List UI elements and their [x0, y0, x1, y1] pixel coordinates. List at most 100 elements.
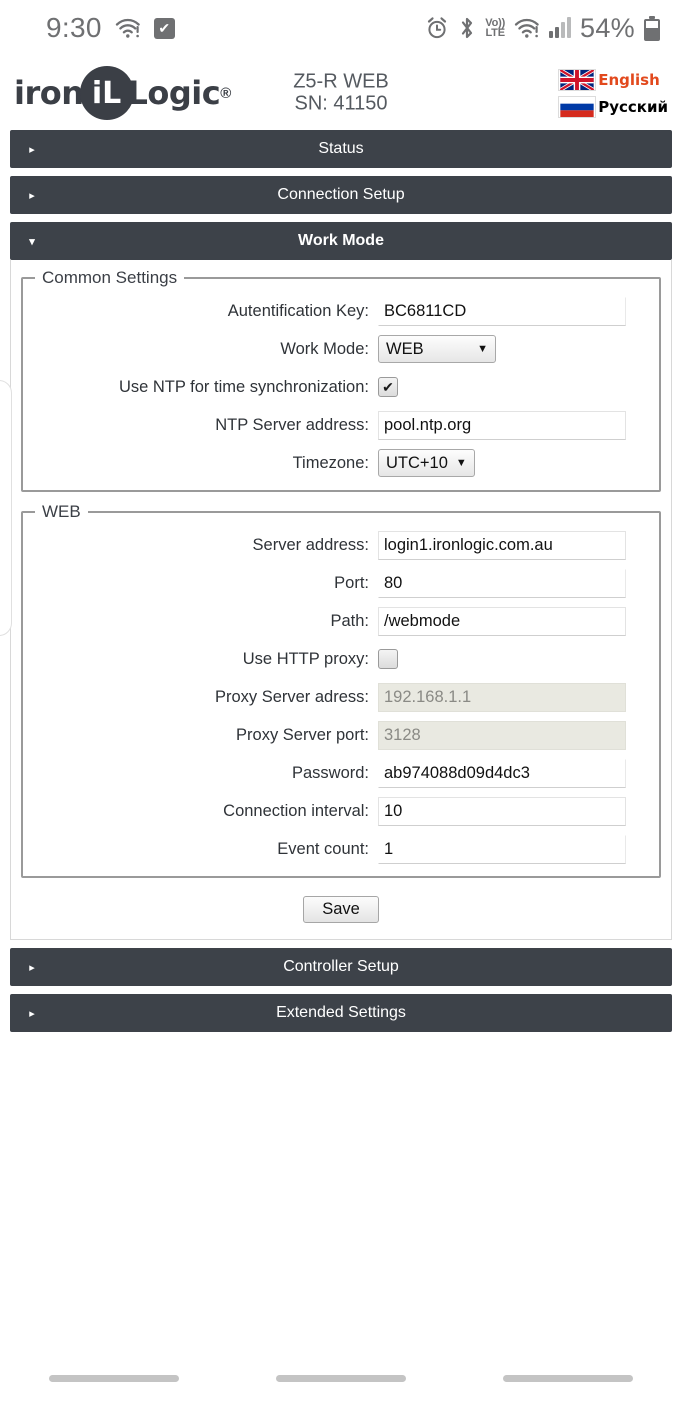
nav-pill-home[interactable]	[275, 1374, 406, 1382]
accordion-title-status: Status	[318, 140, 364, 157]
battery-percent-label: 54%	[580, 12, 635, 43]
volte-icon: Vo)) LTE	[485, 17, 505, 39]
status-bar-clock: 9:30	[46, 12, 102, 43]
wifi-exclamation-icon-2	[514, 17, 540, 39]
nav-pill-recents[interactable]	[48, 1374, 179, 1382]
logo-text-pre: iron	[14, 74, 84, 112]
check-box-icon: ✔	[153, 17, 175, 39]
nav-pill-back[interactable]	[503, 1374, 634, 1382]
cellular-signal-icon	[549, 17, 572, 38]
accordion-title-controller-setup: Controller Setup	[283, 958, 399, 975]
wifi-exclamation-icon	[115, 17, 141, 39]
chevron-right-icon: ▸	[29, 961, 35, 974]
chevron-down-icon: ▼	[455, 457, 467, 469]
registered-trademark-icon: ®	[220, 84, 232, 102]
fieldset-common-settings: Common Settings Autentification Key: Wor…	[21, 268, 661, 492]
label-use-ntp: Use NTP for time synchronization:	[118, 377, 369, 396]
save-button[interactable]: Save	[303, 896, 379, 923]
accordion-header-connection-setup[interactable]: ▸ Connection Setup	[10, 176, 672, 214]
label-auth-key: Autentification Key:	[227, 301, 369, 320]
chevron-right-icon: ▸	[29, 189, 35, 202]
ironlogic-logo: iron iL Logic ®	[14, 66, 231, 120]
field-row-use-http-proxy: Use HTTP proxy:	[35, 644, 647, 674]
accordion-panel-work-mode: Common Settings Autentification Key: Wor…	[10, 260, 672, 940]
path-input[interactable]	[378, 606, 626, 636]
field-row-port: Port:	[35, 568, 647, 598]
volte-bottom: LTE	[485, 27, 505, 39]
event-count-input[interactable]	[378, 834, 626, 864]
save-row: Save	[21, 888, 661, 929]
accordion-title-extended-settings: Extended Settings	[276, 1004, 406, 1021]
page-root: 9:30 ✔ Vo)) LTE 54% iron iL Logic ® Z5-R…	[0, 0, 682, 1401]
field-row-event-count: Event count:	[35, 834, 647, 864]
brand-header: iron iL Logic ® Z5-R WEB SN: 41150 Engli…	[0, 56, 682, 130]
field-row-timezone: Timezone: UTC+10 ▼	[35, 448, 647, 478]
chevron-right-icon: ▸	[29, 1007, 35, 1020]
field-row-proxy-port: Proxy Server port:	[35, 720, 647, 750]
field-row-work-mode: Work Mode: WEB ▼	[35, 334, 647, 364]
language-option-russian[interactable]: Русский	[558, 95, 668, 118]
label-port: Port:	[334, 573, 369, 592]
fieldset-web: WEB Server address: Port: Path:	[21, 502, 661, 878]
accordion-header-work-mode[interactable]: ▾ Work Mode	[10, 222, 672, 260]
language-switcher: English Русский	[558, 68, 674, 118]
android-navigation-bar	[0, 1355, 682, 1401]
android-status-bar: 9:30 ✔ Vo)) LTE 54%	[0, 0, 682, 56]
field-row-use-ntp: Use NTP for time synchronization: ✔	[35, 372, 647, 402]
language-label-russian: Русский	[598, 97, 668, 116]
field-row-server-address: Server address:	[35, 530, 647, 560]
battery-icon	[644, 15, 660, 41]
label-timezone: Timezone:	[292, 453, 369, 472]
russia-flag-icon	[558, 95, 597, 118]
legend-common-settings: Common Settings	[42, 268, 178, 287]
status-bar-left: 9:30 ✔	[46, 12, 175, 44]
settings-accordion: ▸ Status ▸ Connection Setup ▾ Work Mode …	[0, 130, 682, 1032]
accordion-title-work-mode: Work Mode	[298, 232, 384, 249]
accordion-header-status[interactable]: ▸ Status	[10, 130, 672, 168]
label-server-address: Server address:	[252, 535, 369, 554]
timezone-select[interactable]: UTC+10 ▼	[378, 449, 475, 477]
use-http-proxy-checkbox[interactable]	[378, 649, 398, 669]
use-ntp-checkbox[interactable]: ✔	[378, 377, 398, 397]
password-input[interactable]	[378, 758, 626, 788]
label-connection-interval: Connection interval:	[223, 801, 369, 820]
logo-badge-icon: iL	[79, 66, 134, 120]
label-proxy-port: Proxy Server port:	[236, 725, 369, 744]
legend-web: WEB	[42, 502, 81, 521]
label-event-count: Event count:	[277, 839, 369, 858]
alarm-clock-icon	[425, 16, 449, 40]
field-row-path: Path:	[35, 606, 647, 636]
port-input[interactable]	[378, 568, 626, 598]
accordion-title-connection-setup: Connection Setup	[277, 186, 405, 203]
uk-flag-icon	[558, 68, 597, 91]
label-proxy-address: Proxy Server adress:	[214, 687, 369, 706]
label-ntp-server: NTP Server address:	[215, 415, 369, 434]
proxy-address-input[interactable]	[378, 682, 626, 712]
label-path: Path:	[330, 611, 369, 630]
logo-text-post: Logic	[127, 74, 221, 112]
bluetooth-icon	[458, 16, 476, 40]
language-option-english[interactable]: English	[558, 68, 660, 91]
chevron-right-icon: ▸	[29, 143, 35, 156]
accordion-header-controller-setup[interactable]: ▸ Controller Setup	[10, 948, 672, 986]
ntp-server-input[interactable]	[378, 410, 626, 440]
connection-interval-input[interactable]	[378, 796, 626, 826]
field-row-password: Password:	[35, 758, 647, 788]
label-password: Password:	[291, 763, 369, 782]
chevron-down-icon: ▾	[29, 235, 35, 248]
work-mode-selected-value: WEB	[386, 339, 424, 358]
field-row-proxy-address: Proxy Server adress:	[35, 682, 647, 712]
work-mode-select[interactable]: WEB ▼	[378, 335, 496, 363]
label-work-mode: Work Mode:	[280, 339, 369, 358]
chevron-down-icon: ▼	[477, 343, 488, 355]
proxy-port-input[interactable]	[378, 720, 626, 750]
accordion-header-extended-settings[interactable]: ▸ Extended Settings	[10, 994, 672, 1032]
language-label-english: English	[598, 70, 660, 89]
status-bar-right: Vo)) LTE 54%	[425, 13, 660, 44]
timezone-selected-value: UTC+10	[386, 453, 448, 472]
edge-scroll-handle	[0, 380, 12, 636]
auth-key-input[interactable]	[378, 296, 626, 326]
field-row-connection-interval: Connection interval:	[35, 796, 647, 826]
server-address-input[interactable]	[378, 530, 626, 560]
field-row-ntp-server: NTP Server address:	[35, 410, 647, 440]
